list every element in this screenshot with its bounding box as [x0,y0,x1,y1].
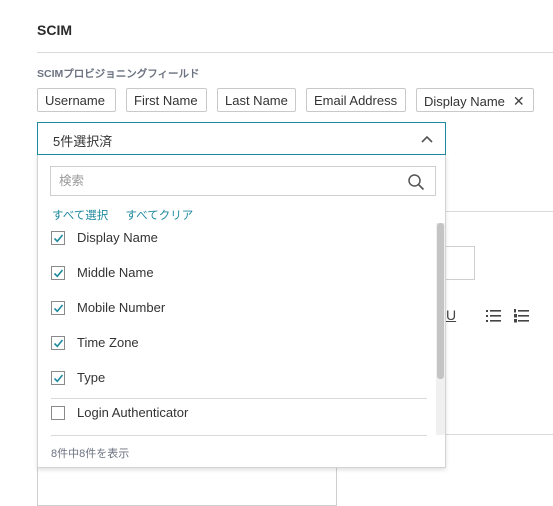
option-label: Mobile Number [77,300,166,315]
footer-divider [51,435,427,436]
option-label: Time Zone [77,335,139,350]
clear-all-link[interactable]: すべてクリア [125,210,193,222]
option-label: Middle Name [77,265,154,280]
chip-label: Last Name [225,93,288,108]
bulk-actions: すべて選択 すべてクリア [52,207,207,223]
option-type[interactable]: Type [51,365,427,395]
chip-label: Email Address [314,93,398,108]
chip-label: First Name [134,93,198,108]
option-middle-name[interactable]: Middle Name [51,260,427,290]
remove-chip-icon[interactable]: ✕ [513,93,525,109]
checkbox-checked-icon[interactable] [51,301,65,315]
background-divider [446,211,553,212]
chip-last-name: Last Name [217,88,296,112]
background-textarea[interactable] [37,466,337,506]
search-box [50,166,436,196]
checkbox-checked-icon[interactable] [51,371,65,385]
chip-email-address: Email Address [306,88,406,112]
underline-button[interactable]: U [446,307,456,323]
scrollbar-thumb[interactable] [437,223,444,379]
option-mobile-number[interactable]: Mobile Number [51,295,427,325]
select-all-link[interactable]: すべて選択 [52,210,108,222]
fields-multiselect[interactable]: 5件選択済 [37,122,446,155]
search-input[interactable] [57,173,401,189]
chevron-up-icon[interactable] [419,131,435,147]
option-login-authenticator[interactable]: Login Authenticator [51,400,427,430]
numbered-list-icon[interactable] [514,309,530,323]
bulleted-list-icon[interactable] [486,309,502,323]
search-icon[interactable] [407,173,425,191]
checkbox-checked-icon[interactable] [51,266,65,280]
background-divider [446,434,553,435]
checkbox-checked-icon[interactable] [51,231,65,245]
chip-label: Username [45,93,105,108]
option-label: Display Name [77,230,158,245]
option-display-name[interactable]: Display Name [51,225,427,255]
chip-label: Display Name [424,94,505,109]
chip-username: Username [37,88,116,112]
background-toolbar: U [446,307,529,323]
section-divider [37,52,553,53]
dropdown-panel: すべて選択 すべてクリア Display Name Middle Name Mo… [37,155,446,468]
section-title: SCIM [37,22,72,38]
option-label: Type [77,370,106,385]
option-divider [51,398,427,399]
field-label: SCIMプロビジョニングフィールド [37,68,200,80]
checkbox-checked-icon[interactable] [51,336,65,350]
option-label: Login Authenticator [77,405,189,420]
option-time-zone[interactable]: Time Zone [51,330,427,360]
checkbox-unchecked-icon[interactable] [51,406,65,420]
selected-count: 5件選択済 [53,134,113,149]
chip-display-name: Display Name ✕ [416,88,534,112]
results-count: 8件中8件を表示 [51,448,130,460]
chip-first-name: First Name [126,88,207,112]
